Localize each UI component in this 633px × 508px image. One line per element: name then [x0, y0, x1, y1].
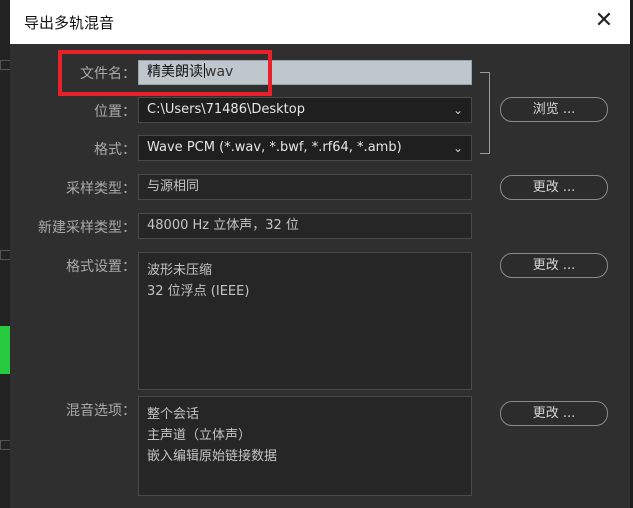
export-multitrack-mixdown-dialog: 导出多轨混音 ✕ 文件名： 精美朗读 wav 位置： C:\Users\71486…	[10, 0, 630, 508]
highlight-box	[58, 50, 272, 96]
close-icon[interactable]: ✕	[590, 6, 618, 36]
mix-options-line: 主声道（立体声）	[147, 428, 252, 443]
mix-options-box: 整个会话 主声道（立体声） 嵌入编辑原始链接数据	[138, 396, 472, 496]
format-settings-label: 格式设置：	[66, 259, 136, 275]
mix-options-label: 混音选项：	[66, 403, 136, 419]
format-value: Wave PCM (*.wav, *.bwf, *.rf64, *.amb)	[147, 140, 402, 155]
location-label: 位置：	[94, 104, 136, 120]
location-dropdown[interactable]: C:\Users\71486\Desktop ⌄	[138, 97, 472, 123]
new-sample-type-value: 48000 Hz 立体声，32 位	[138, 213, 472, 239]
location-value: C:\Users\71486\Desktop	[147, 102, 305, 117]
sample-type-label: 采样类型：	[66, 181, 136, 197]
sample-type-change-button[interactable]: 更改 ...	[500, 175, 608, 200]
dialog-title: 导出多轨混音	[24, 14, 115, 32]
location-format-bracket	[480, 72, 490, 154]
sample-type-value: 与源相同	[138, 174, 472, 200]
new-sample-type-label: 新建采样类型：	[38, 220, 136, 236]
chevron-down-icon: ⌄	[452, 141, 463, 155]
format-settings-line: 32 位浮点 (IEEE)	[147, 284, 250, 299]
format-settings-line: 波形未压缩	[147, 263, 213, 278]
mix-options-line: 嵌入编辑原始链接数据	[147, 449, 278, 464]
format-label: 格式：	[94, 142, 136, 158]
chevron-down-icon: ⌄	[452, 103, 463, 117]
title-bar: 导出多轨混音 ✕	[10, 0, 630, 44]
format-settings-box: 波形未压缩 32 位浮点 (IEEE)	[138, 252, 472, 390]
mix-options-change-button[interactable]: 更改 ...	[500, 401, 608, 426]
browse-button[interactable]: 浏览 ...	[500, 97, 608, 122]
format-settings-change-button[interactable]: 更改 ...	[500, 253, 608, 278]
mix-options-line: 整个会话	[147, 407, 200, 422]
format-dropdown[interactable]: Wave PCM (*.wav, *.bwf, *.rf64, *.amb) ⌄	[138, 135, 472, 161]
